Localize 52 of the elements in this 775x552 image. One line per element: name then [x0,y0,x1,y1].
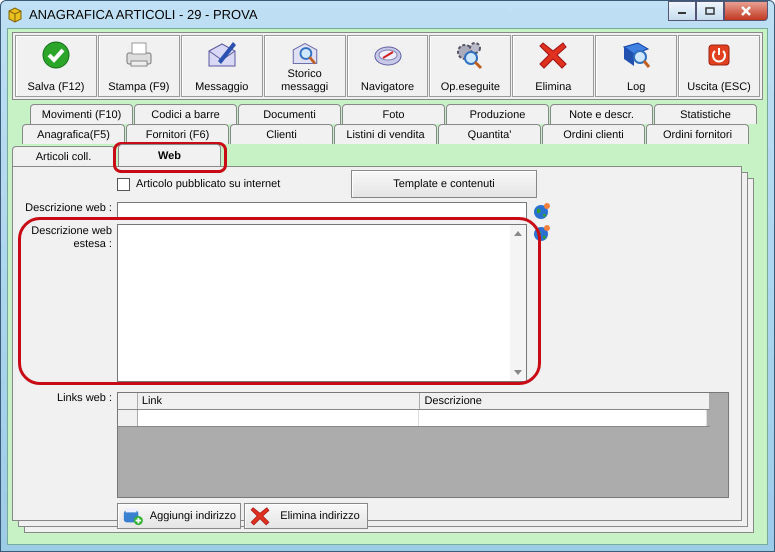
tab[interactable]: Codici a barre [134,104,237,124]
toolbar-button[interactable]: Navigatore [346,35,428,97]
tab[interactable]: Web [118,144,221,166]
down-arrow-icon[interactable] [514,370,522,375]
tab[interactable]: Movimenti (F10) [30,104,133,124]
tab[interactable]: Statistiche [654,104,757,124]
action-button[interactable]: Aggiungi indirizzo [117,503,241,529]
toolbar-button[interactable]: Messaggio [180,35,263,97]
toolbar-button[interactable]: Salva (F12) [15,35,97,97]
tab[interactable]: Anagrafica(F5) [22,124,125,144]
checkbox-label: Articolo pubblicato su internet [136,178,282,190]
globe-icon[interactable] [533,224,551,242]
template-button[interactable]: Template e contenuti [351,170,537,198]
action-button[interactable]: Elimina indirizzo [244,503,368,529]
column-header[interactable]: Descrizione [420,393,710,409]
toolbar-button[interactable]: Op.eseguite [429,35,512,97]
tab[interactable]: Ordini fornitori [646,124,749,144]
tab[interactable]: Note e descr. [550,104,653,124]
checkbox[interactable] [117,178,130,190]
toolbar-button[interactable]: Stampa (F9) [98,35,180,97]
window-title: ANAGRAFICA ARTICOLI - 29 - PROVA [29,7,258,22]
close-icon [740,6,752,16]
box-icon [7,6,23,22]
tab[interactable]: Articoli coll. [12,146,115,166]
tab[interactable]: Documenti [238,104,341,124]
column-header[interactable]: Link [138,393,420,409]
tab[interactable]: Fornitori (F6) [126,124,229,144]
toolbar-button[interactable]: Storico messaggi [264,35,346,97]
toolbar-button[interactable]: Uscita (ESC) [678,35,760,97]
toolbar-button[interactable]: Log [595,35,678,97]
scrollbar[interactable] [510,225,526,381]
tab[interactable]: Quantita' [438,124,541,144]
tab[interactable]: Clienti [230,124,333,144]
maximize-button[interactable] [696,1,724,21]
tab[interactable]: Ordini clienti [542,124,645,144]
maximize-icon [705,7,715,15]
minimize-button[interactable] [668,1,696,21]
tab[interactable]: Foto [342,104,445,124]
tab[interactable]: Listini di vendita [334,124,437,144]
globe-icon[interactable] [533,202,551,220]
toolbar-button[interactable]: Elimina [512,35,594,97]
up-arrow-icon[interactable] [514,231,522,236]
field-label: Links web : [56,392,113,405]
field-label: Descrizione web : [24,202,113,215]
tab[interactable]: Produzione [446,104,549,124]
cross-icon [249,505,271,527]
table-cell[interactable] [138,410,419,426]
add-icon [122,505,144,527]
table-cell[interactable] [419,410,707,426]
close-button[interactable] [724,1,768,21]
check-icon [40,39,72,71]
field-label: Descrizione web estesa : [30,225,113,251]
